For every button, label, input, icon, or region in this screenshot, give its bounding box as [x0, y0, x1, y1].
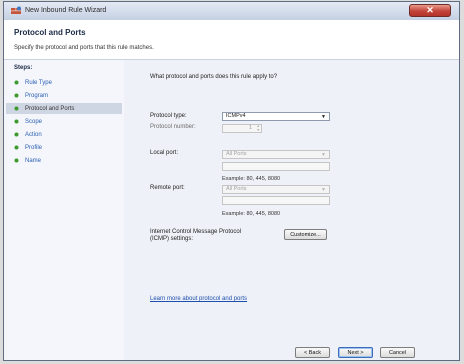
local-port-select[interactable]: All Ports ▼	[222, 150, 330, 159]
back-button[interactable]: < Back	[295, 347, 330, 358]
icmp-settings-label-line1: Internet Control Message Protocol	[150, 229, 242, 235]
step-label: Protocol and Ports	[25, 105, 75, 112]
step-program[interactable]: Program	[6, 90, 122, 101]
dropdown-arrow-icon: ▼	[321, 187, 326, 193]
page-title: Protocol and Ports	[14, 28, 86, 37]
remote-port-select[interactable]: All Ports ▼	[222, 185, 330, 194]
steps-heading: Steps:	[14, 65, 33, 71]
next-button[interactable]: Next >	[338, 347, 373, 358]
protocol-type-value: ICMPv4	[226, 113, 246, 119]
step-label: Profile	[25, 144, 43, 151]
dropdown-arrow-icon: ▼	[321, 152, 326, 158]
step-bullet-icon	[14, 132, 19, 137]
close-button[interactable]: ✕	[409, 4, 451, 17]
wizard-content: What protocol and ports does this rule a…	[138, 60, 453, 360]
step-name[interactable]: Name	[6, 155, 122, 166]
protocol-type-label: Protocol type:	[150, 113, 187, 119]
steps-pane: Steps: Rule Type Program Protocol and Po…	[4, 60, 124, 360]
protocol-number-label: Protocol number:	[150, 124, 196, 130]
question-text: What protocol and ports does this rule a…	[150, 74, 278, 80]
step-label: Rule Type	[25, 79, 52, 86]
firewall-icon	[11, 6, 21, 14]
step-rule-type[interactable]: Rule Type	[6, 77, 122, 88]
title-bar[interactable]: New Inbound Rule Wizard ✕	[4, 2, 459, 21]
protocol-number-stepper[interactable]: 1 ▲ ▼	[222, 124, 262, 133]
step-bullet-icon	[14, 119, 19, 124]
cancel-button[interactable]: Cancel	[380, 347, 415, 358]
local-port-value: All Ports	[226, 151, 247, 157]
step-label: Program	[25, 92, 49, 99]
remote-port-value: All Ports	[226, 186, 247, 192]
spin-arrows-icon[interactable]: ▲ ▼	[257, 124, 260, 132]
window-title: New Inbound Rule Wizard	[25, 7, 107, 14]
icmp-settings-label-line2: (ICMP) settings:	[150, 236, 194, 242]
step-profile[interactable]: Profile	[6, 142, 122, 153]
step-bullet-icon	[14, 145, 19, 150]
local-port-input[interactable]	[222, 162, 330, 171]
step-protocol-and-ports[interactable]: Protocol and Ports	[6, 103, 122, 114]
step-bullet-icon	[14, 93, 19, 98]
step-label: Scope	[25, 118, 43, 125]
step-label: Action	[25, 131, 42, 138]
step-bullet-icon	[14, 80, 19, 85]
protocol-type-select[interactable]: ICMPv4 ▼	[222, 112, 330, 121]
local-port-example: Example: 80, 445, 8080	[222, 176, 281, 182]
remote-port-example: Example: 80, 445, 8080	[222, 211, 281, 217]
close-icon: ✕	[426, 5, 434, 15]
page-subtitle: Specify the protocol and ports that this…	[14, 45, 154, 51]
local-port-label: Local port:	[150, 150, 179, 156]
step-bullet-icon	[14, 158, 19, 163]
step-scope[interactable]: Scope	[6, 116, 122, 127]
step-action[interactable]: Action	[6, 129, 122, 140]
protocol-number-value: 1	[248, 125, 252, 131]
remote-port-label: Remote port:	[150, 185, 185, 191]
wizard-header: Protocol and Ports Specify the protocol …	[4, 20, 459, 60]
learn-more-link[interactable]: Learn more about protocol and ports	[150, 296, 247, 302]
customize-button[interactable]: Customize...	[284, 229, 327, 240]
step-bullet-icon	[14, 106, 19, 111]
step-label: Name	[25, 157, 42, 164]
dropdown-arrow-icon: ▼	[321, 114, 326, 120]
wizard-window: New Inbound Rule Wizard ✕ Protocol and P…	[3, 1, 460, 361]
remote-port-input[interactable]	[222, 196, 330, 205]
